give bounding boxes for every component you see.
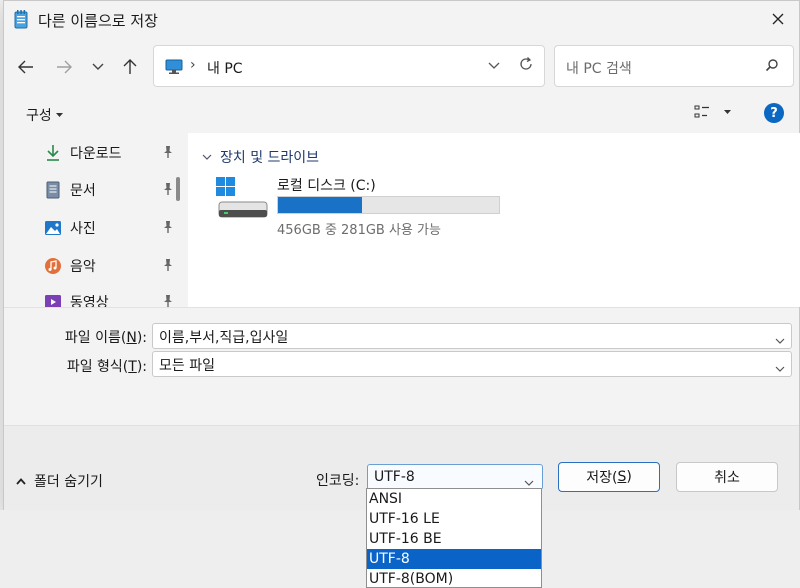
computer-icon (165, 59, 183, 79)
caret-down-icon (724, 109, 731, 114)
sidebar-scrollbar-thumb[interactable] (176, 177, 180, 201)
encoding-option[interactable]: UTF-16 LE (367, 509, 541, 529)
drive-free-space: 456GB 중 281GB 사용 가능 (277, 223, 441, 238)
search-icon (765, 58, 779, 76)
title-bar: 다른 이름으로 저장 (4, 1, 799, 37)
filetype-label: 파일 형식(T): (66, 359, 147, 375)
hide-folders-button[interactable]: 폴더 숨기기 (16, 471, 103, 491)
group-header-label: 장치 및 드라이브 (220, 150, 320, 166)
view-options-button[interactable] (694, 105, 731, 119)
sidebar-item-label: 다운로드 (70, 146, 122, 162)
navigation-pane: 다운로드 문서 사진 음악 동영상 (4, 133, 187, 307)
sidebar-item-downloads[interactable]: 다운로드 (44, 142, 174, 164)
encoding-option[interactable]: UTF-8 (367, 549, 541, 569)
video-icon (44, 293, 62, 307)
drive-usage-bar (277, 196, 500, 214)
drive-icon (216, 177, 268, 223)
filetype-value: 모든 파일 (159, 358, 215, 374)
sidebar-item-label: 문서 (70, 183, 96, 199)
save-button[interactable]: 저장(S) (558, 462, 660, 492)
chevron-down-icon (488, 62, 500, 69)
caret-down-icon (55, 112, 63, 117)
organize-button[interactable]: 구성 (26, 105, 63, 125)
organize-label: 구성 (26, 108, 52, 124)
up-button[interactable] (116, 53, 144, 81)
file-list-pane: 장치 및 드라이브 로컬 디스크 (C:) 456GB 중 281GB 사용 가… (188, 133, 800, 307)
arrow-up-icon (123, 59, 137, 74)
pin-icon[interactable] (162, 294, 174, 307)
filetype-dropdown-button[interactable] (775, 360, 785, 376)
arrow-right-icon (57, 60, 72, 74)
chevron-down-icon (202, 154, 212, 160)
file-fields: 파일 이름(N): 이름,부서,직급,입사일 파일 형식(T): 모든 파일 (4, 307, 799, 425)
sidebar-item-label: 사진 (70, 221, 96, 237)
filetype-select[interactable]: 모든 파일 (152, 351, 792, 377)
details-view-icon (694, 105, 709, 118)
pin-icon[interactable] (162, 258, 174, 276)
search-placeholder: 내 PC 검색 (566, 61, 632, 77)
encoding-options-list: ANSI UTF-16 LE UTF-16 BE UTF-8 UTF-8(BOM) (366, 488, 542, 588)
pin-icon[interactable] (162, 182, 174, 200)
chevron-down-icon (775, 366, 785, 372)
drive-usage-fill (278, 197, 362, 213)
encoding-option[interactable]: ANSI (367, 489, 541, 509)
sidebar-item-documents[interactable]: 문서 (44, 179, 174, 201)
sidebar-item-label: 동영상 (70, 295, 109, 307)
group-header-devices[interactable]: 장치 및 드라이브 (202, 147, 319, 167)
arrow-left-icon (18, 60, 33, 74)
sidebar-item-music[interactable]: 음악 (44, 255, 174, 277)
pin-icon[interactable] (162, 220, 174, 238)
chevron-down-icon (92, 63, 104, 70)
filename-input[interactable]: 이름,부서,직급,입사일 (152, 323, 792, 349)
forward-button[interactable] (50, 53, 78, 81)
close-button[interactable] (765, 6, 791, 32)
pin-icon[interactable] (162, 145, 174, 163)
sidebar-item-videos[interactable]: 동영상 (44, 291, 174, 307)
drive-name: 로컬 디스크 (C:) (277, 178, 376, 194)
filename-label: 파일 이름(N): (64, 330, 147, 346)
encoding-label: 인코딩: (316, 473, 360, 489)
cancel-button[interactable]: 취소 (676, 462, 778, 492)
sidebar-item-label: 음악 (70, 259, 96, 275)
document-icon (44, 181, 62, 199)
hide-folders-label: 폴더 숨기기 (34, 474, 103, 490)
search-input[interactable]: 내 PC 검색 (554, 45, 794, 87)
address-dropdown-button[interactable] (488, 58, 500, 74)
chevron-down-icon (775, 338, 785, 344)
breadcrumb[interactable]: 내 PC (207, 58, 243, 78)
encoding-option[interactable]: UTF-8(BOM) (367, 569, 541, 587)
back-button[interactable] (12, 53, 40, 81)
sidebar-item-pictures[interactable]: 사진 (44, 217, 174, 239)
path-separator: › (190, 57, 196, 73)
download-icon (44, 144, 62, 162)
address-bar[interactable]: › 내 PC (153, 45, 545, 87)
recent-locations-button[interactable] (84, 53, 112, 81)
encoding-value: UTF-8 (374, 469, 415, 485)
notepad-icon (14, 10, 28, 29)
save-as-dialog: 다른 이름으로 저장 › 내 PC 내 PC 검색 구성 ? 다운로드 문서 사… (3, 0, 800, 511)
encoding-select[interactable]: UTF-8 (367, 464, 543, 490)
music-icon (44, 257, 62, 275)
filename-dropdown-button[interactable] (775, 332, 785, 348)
help-button[interactable]: ? (764, 103, 784, 123)
refresh-button[interactable] (518, 56, 534, 76)
filename-value: 이름,부서,직급,입사일 (159, 330, 289, 346)
close-icon (772, 13, 784, 25)
chevron-up-icon (16, 477, 26, 485)
window-title: 다른 이름으로 저장 (38, 12, 158, 30)
drive-item-c[interactable]: 로컬 디스크 (C:) 456GB 중 281GB 사용 가능 (216, 175, 506, 238)
refresh-icon (520, 57, 532, 70)
picture-icon (44, 219, 62, 237)
encoding-option[interactable]: UTF-16 BE (367, 529, 541, 549)
